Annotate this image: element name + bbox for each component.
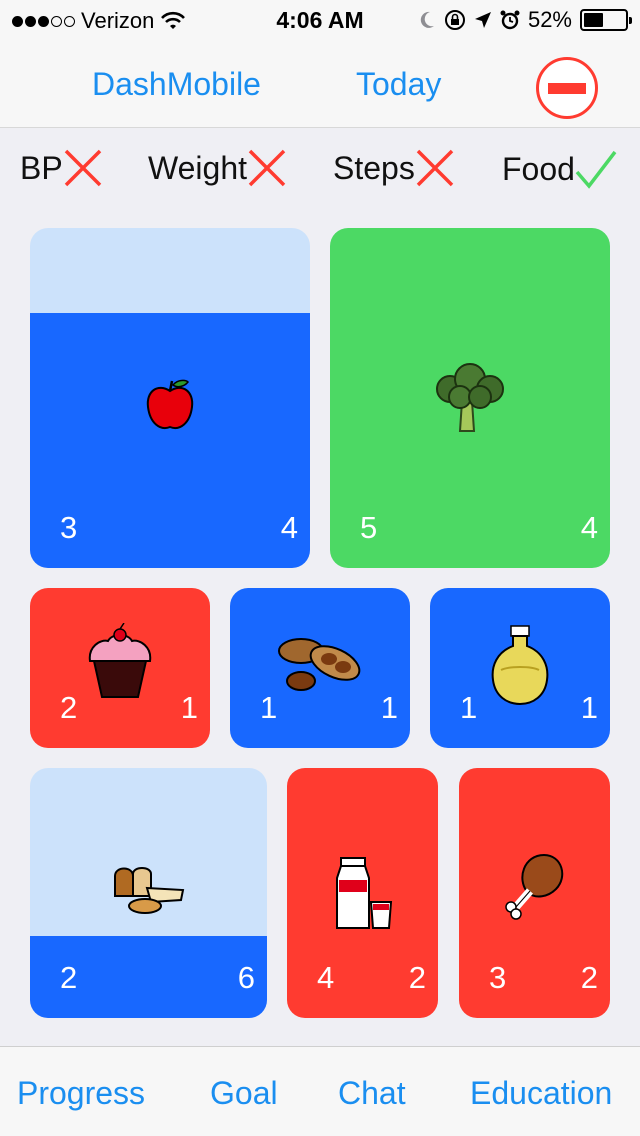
x-mark-icon [416,149,454,187]
food-tile-fruit[interactable]: 3 4 [30,228,310,568]
battery-percent: 52% [527,7,572,32]
food-tile-sweets[interactable]: 2 1 [30,588,210,748]
servings-goal: 6 [237,960,255,995]
servings-goal: 1 [580,690,598,725]
minus-circle-icon [548,83,586,94]
food-tile-meat[interactable]: 3 2 [459,768,610,1018]
status-bar: Verizon 4:06 AM 52% [0,0,640,40]
broccoli-icon [436,363,504,432]
checklist-label: Food [502,150,575,187]
navigation-bar: DashMobile Today [0,40,640,128]
tab-goal[interactable]: Goal [210,1075,278,1112]
tab-progress[interactable]: Progress [17,1075,145,1112]
milk-icon [335,857,392,929]
checklist-item-bp[interactable]: BP [20,146,105,190]
checklist-label: Steps [333,149,415,186]
food-tile-grains[interactable]: 2 6 [30,768,267,1018]
food-tile-dairy[interactable]: 4 2 [287,768,438,1018]
servings-count: 2 [60,960,78,995]
checklist-label: Weight [148,149,248,186]
app-title-link[interactable]: DashMobile [92,66,261,103]
daily-checklist: BP Weight Steps Food [0,128,640,218]
nuts-icon [278,637,361,691]
servings-count: 3 [489,960,507,995]
alarm-icon [500,10,520,30]
servings-count: 4 [317,960,335,995]
food-tile-oils[interactable]: 1 1 [430,588,610,748]
x-mark-icon [248,149,286,187]
oil-bottle-icon [491,625,549,705]
checklist-item-steps[interactable]: Steps [333,146,457,190]
checklist-item-weight[interactable]: Weight [148,146,289,190]
servings-count: 5 [360,510,378,545]
servings-goal: 4 [280,510,298,545]
chicken-leg-icon [504,853,563,920]
bread-icon [113,867,184,914]
tab-chat[interactable]: Chat [338,1075,406,1112]
battery-icon [580,9,632,31]
moon-icon [420,11,434,28]
checklist-label: BP [20,149,63,186]
tab-bar: Progress Goal Chat Education [0,1046,640,1136]
apple-icon [146,379,194,429]
servings-count: 1 [460,690,478,725]
cupcake-icon [88,622,152,698]
servings-count: 1 [260,690,278,725]
remove-button[interactable] [536,57,598,119]
servings-goal: 4 [580,510,598,545]
food-tile-nuts[interactable]: 1 1 [230,588,410,748]
checkmark-icon [575,150,617,189]
tab-education[interactable]: Education [470,1075,612,1112]
servings-goal: 2 [408,960,426,995]
food-tile-vegetables[interactable]: 5 4 [330,228,610,568]
today-link[interactable]: Today [356,66,441,103]
x-mark-icon [64,149,101,187]
servings-count: 3 [60,510,78,545]
location-arrow-icon [474,12,491,28]
rotation-lock-icon [444,10,465,30]
servings-goal: 1 [380,690,398,725]
servings-goal: 2 [580,960,598,995]
servings-goal: 1 [180,690,198,725]
checklist-item-food[interactable]: Food [502,146,619,192]
servings-count: 2 [60,690,78,725]
